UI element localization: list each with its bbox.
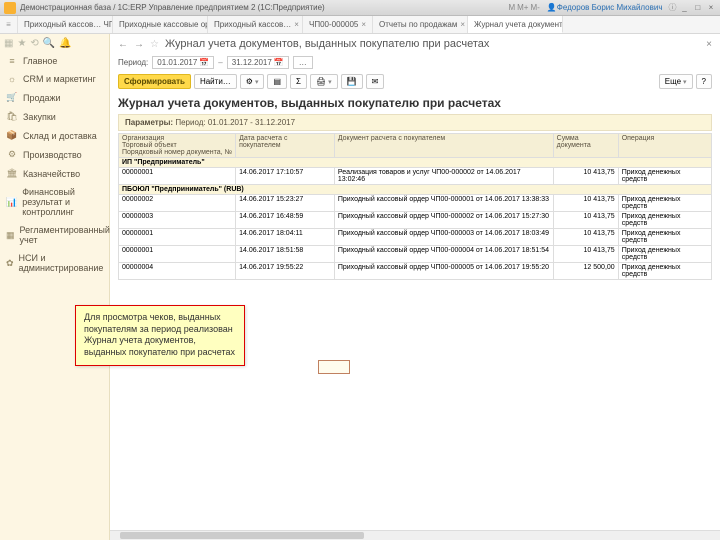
report-table: Организация Торговый объект Порядковый н… (118, 133, 712, 280)
table-row[interactable]: 0000000414.06.2017 19:55:22Приходный кас… (119, 263, 712, 280)
form-button[interactable]: Сформировать (118, 74, 191, 89)
sidebar-item-main[interactable]: ≡Главное (0, 52, 109, 70)
sum-button[interactable]: Σ (290, 74, 307, 89)
search-icon[interactable]: 🔍 (43, 38, 55, 49)
print-button[interactable]: 🖨▾ (310, 74, 338, 89)
back-icon[interactable]: ← (118, 39, 128, 50)
table-row[interactable]: 0000000114.06.2017 18:51:58Приходный кас… (119, 246, 712, 263)
menu-icon[interactable]: ≡ (0, 16, 18, 33)
col-org: Организация Торговый объект Порядковый н… (119, 134, 236, 158)
calendar-icon[interactable]: 📅 (274, 58, 284, 67)
tab-4[interactable]: Отчеты по продажам× (373, 16, 468, 33)
close-window-icon[interactable]: × (706, 3, 716, 12)
tab-0[interactable]: Приходный кассов… ЧП00-000001× (18, 16, 113, 33)
bell-icon[interactable]: 🔔 (59, 38, 71, 49)
star-icon[interactable]: ★ (17, 38, 26, 49)
settings-button[interactable]: ⚙▾ (240, 74, 265, 89)
bag-icon: 🛍 (6, 111, 18, 122)
grid-icon[interactable]: ▦ (4, 38, 13, 49)
tab-5[interactable]: Журнал учета документов, выда… (468, 16, 563, 33)
sidebar-item-admin[interactable]: ✿НСИ и администрирование (0, 249, 109, 277)
sidebar-item-crm[interactable]: ☼CRM и маркетинг (0, 70, 109, 88)
bank-icon: 🏛 (6, 168, 18, 179)
date-from-input[interactable]: 01.01.2017📅 (152, 56, 214, 69)
horizontal-scrollbar[interactable] (110, 530, 720, 540)
sidebar: ▦ ★ ⟲ 🔍 🔔 ≡Главное ☼CRM и маркетинг 🛒Про… (0, 34, 110, 540)
table-row[interactable]: 0000000314.06.2017 16:48:59Приходный кас… (119, 212, 712, 229)
grid2-icon: ▦ (6, 230, 15, 241)
table-row[interactable]: 0000000214.06.2017 15:23:27Приходный кас… (119, 195, 712, 212)
mail-button[interactable]: ✉ (366, 74, 385, 89)
tab-2[interactable]: Приходный кассов…× (208, 16, 303, 33)
tab-1[interactable]: Приходные кассовые ордера× (113, 16, 208, 33)
more-button[interactable]: Еще▾ (659, 74, 693, 89)
group-row[interactable]: ИП "Предприниматель" (119, 158, 712, 168)
sidebar-item-warehouse[interactable]: 📦Склад и доставка (0, 126, 109, 145)
forward-icon[interactable]: → (134, 39, 144, 50)
crm-icon: ☼ (6, 74, 18, 84)
sidebar-item-purchases[interactable]: 🛍Закупки (0, 107, 109, 126)
report-params: Параметры: Период: 01.01.2017 - 31.12.20… (118, 114, 712, 131)
col-date: Дата расчета с покупателем (236, 134, 335, 158)
settings-icon: ✿ (6, 258, 14, 269)
col-doc: Документ расчета с покупателем (334, 134, 553, 158)
group-row[interactable]: ПБОЮЛ "Предприниматель" (RUB) (119, 185, 712, 195)
highlight-box (318, 360, 350, 374)
home-icon: ≡ (6, 56, 18, 66)
mminus-icon[interactable]: M- (530, 3, 539, 12)
report-title: Журнал учета документов, выданных покупа… (118, 96, 712, 110)
user-icon: 👤 (547, 3, 557, 12)
box-icon: 📦 (6, 130, 18, 141)
date-to-input[interactable]: 31.12.2017📅 (227, 56, 289, 69)
table-row[interactable]: 0000000114.06.2017 17:10:57Реализация то… (119, 168, 712, 185)
sidebar-item-regaccount[interactable]: ▦Регламентированный учет (0, 221, 109, 249)
col-op: Операция (618, 134, 711, 158)
info-icon[interactable]: ⓘ (669, 2, 677, 13)
page-title: Журнал учета документов, выданных покупа… (165, 38, 700, 50)
save-button[interactable]: 💾 (341, 74, 363, 89)
sidebar-item-treasury[interactable]: 🏛Казначейство (0, 164, 109, 183)
sidebar-item-sales[interactable]: 🛒Продажи (0, 88, 109, 107)
sidebar-item-finance[interactable]: 📊Финансовый результат и контроллинг (0, 183, 109, 221)
tab-3[interactable]: ЧП00-000005× (303, 16, 373, 33)
history-icon[interactable]: ⟲ (30, 38, 38, 49)
sidebar-item-production[interactable]: ⚙Производство (0, 145, 109, 164)
close-icon[interactable]: × (460, 20, 465, 29)
find-button[interactable]: Найти… (194, 74, 237, 89)
titlebar: Демонстрационная база / 1С:ERP Управлени… (0, 0, 720, 16)
col-sum: Сумма документа (553, 134, 618, 158)
m-icon[interactable]: M (508, 3, 515, 12)
maximize-icon[interactable]: □ (693, 3, 703, 12)
user-name[interactable]: Федоров Борис Михайлович (557, 3, 663, 12)
tabs-bar: ≡ Приходный кассов… ЧП00-000001× Приходн… (0, 16, 720, 34)
period-more-button[interactable]: … (293, 56, 313, 69)
window-title: Демонстрационная база / 1С:ERP Управлени… (20, 3, 325, 12)
close-icon[interactable]: × (294, 20, 299, 29)
filter-button[interactable]: ▤ (267, 74, 287, 89)
close-page-icon[interactable]: × (706, 39, 712, 50)
favorite-icon[interactable]: ☆ (150, 39, 159, 50)
mplus-icon[interactable]: M+ (517, 3, 528, 12)
period-label: Период: (118, 58, 148, 67)
gear-icon: ⚙ (6, 149, 18, 160)
scrollbar-thumb[interactable] (120, 532, 364, 539)
table-row[interactable]: 0000000114.06.2017 18:04:11Приходный кас… (119, 229, 712, 246)
sidebar-toolbar: ▦ ★ ⟲ 🔍 🔔 (0, 34, 109, 52)
chart-icon: 📊 (6, 197, 17, 208)
callout-note: Для просмотра чеков, выданных покупателя… (75, 305, 245, 366)
help-button[interactable]: ? (696, 74, 712, 89)
minimize-icon[interactable]: _ (680, 3, 690, 12)
cart-icon: 🛒 (6, 92, 18, 103)
app-logo-icon (4, 2, 16, 14)
close-icon[interactable]: × (361, 20, 366, 29)
calendar-icon[interactable]: 📅 (199, 58, 209, 67)
